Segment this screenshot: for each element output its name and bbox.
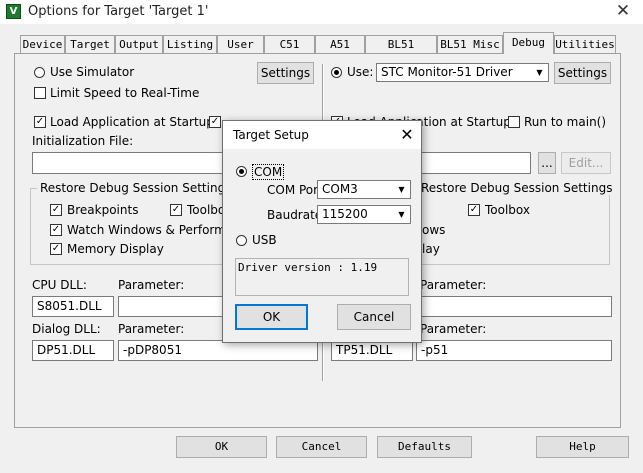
tab-bl51-locate[interactable]: BL51 Locate <box>365 35 437 68</box>
baudrate-value: 115200 <box>322 207 368 221</box>
tab-utilities[interactable]: Utilities <box>554 35 616 53</box>
com-port-label: COM Port <box>267 183 323 197</box>
tab-bl51-misc[interactable]: BL51 Misc <box>437 35 503 53</box>
tab-user[interactable]: User <box>217 35 264 53</box>
baudrate-chevron-down-icon: ▼ <box>394 207 409 222</box>
cpu-dll-input[interactable]: S8051.DLL <box>32 296 114 317</box>
right-run-to-main-label: Run to main() <box>524 115 607 129</box>
tab-output[interactable]: Output <box>115 35 163 53</box>
tab-debug[interactable]: Debug <box>503 32 554 54</box>
com-label: COM <box>252 164 285 180</box>
right-restore-group-title: Restore Debug Session Settings <box>418 181 616 195</box>
target-setup-dialog: Target Setup ✕ COM COM Port COM3 ▼ Baudr… <box>222 120 422 343</box>
help-button[interactable]: Help <box>536 436 629 458</box>
tab-a51[interactable]: A51 <box>315 35 365 53</box>
dialog-param-label: Parameter: <box>118 322 185 336</box>
use-label: Use: <box>347 65 374 79</box>
left-memory-label: Memory Display <box>67 242 164 256</box>
left-breakpoints-checkbox[interactable]: ✓ <box>50 204 62 216</box>
title-bar: V Options for Target 'Target 1' ✕ <box>0 0 643 24</box>
com-port-value: COM3 <box>322 182 358 196</box>
left-memory-checkbox[interactable]: ✓ <box>50 243 62 255</box>
left-toolbox-checkbox[interactable]: ✓ <box>170 204 182 216</box>
right-dialog-dll-input[interactable]: TP51.DLL <box>331 340 413 361</box>
use-driver-radio[interactable] <box>331 67 342 78</box>
right-dialog-param-input[interactable]: -p51 <box>416 340 612 361</box>
edit-button[interactable]: Edit... <box>561 152 611 174</box>
cpu-dll-label: CPU DLL: <box>32 278 87 292</box>
driver-version-text: Driver version : 1.19 <box>238 261 378 274</box>
defaults-button[interactable]: Defaults <box>377 436 472 458</box>
close-icon[interactable]: ✕ <box>611 0 635 24</box>
browse-button[interactable]: ... <box>538 152 556 174</box>
driver-select-value: STC Monitor-51 Driver <box>381 65 513 79</box>
app-icon: V <box>6 4 21 19</box>
left-load-app-checkbox[interactable]: ✓ <box>34 116 46 128</box>
left-breakpoints-label: Breakpoints <box>67 203 139 217</box>
left-restore-group-title: Restore Debug Session Settings <box>37 181 235 195</box>
right-cpu-param-label: Parameter: <box>420 278 487 292</box>
left-init-file-label: Initialization File: <box>32 134 134 148</box>
dialog-title-bar: Target Setup ✕ <box>223 121 421 149</box>
left-load-app-label: Load Application at Startup <box>50 115 214 129</box>
simulator-settings-button[interactable]: Settings <box>257 62 314 84</box>
chevron-down-icon: ▼ <box>532 65 547 80</box>
right-dialog-param-label: Parameter: <box>420 322 487 336</box>
left-watch-checkbox[interactable]: ✓ <box>50 224 62 236</box>
tab-c51[interactable]: C51 <box>264 35 315 53</box>
limit-speed-checkbox[interactable] <box>34 87 46 99</box>
driver-settings-button[interactable]: Settings <box>554 62 611 84</box>
cancel-button[interactable]: Cancel <box>276 436 367 458</box>
use-simulator-radio[interactable] <box>34 67 45 78</box>
dialog-dll-label: Dialog DLL: <box>32 322 101 336</box>
right-watch-label: ows <box>422 223 446 237</box>
right-init-file-input[interactable] <box>420 152 531 174</box>
usb-label: USB <box>252 233 277 247</box>
com-port-chevron-down-icon: ▼ <box>394 182 409 197</box>
limit-speed-label: Limit Speed to Real-Time <box>50 86 200 100</box>
right-run-to-main-checkbox[interactable] <box>508 116 520 128</box>
right-toolbox-checkbox[interactable]: ✓ <box>468 204 480 216</box>
tab-listing[interactable]: Listing <box>163 35 217 53</box>
cpu-param-label: Parameter: <box>118 278 185 292</box>
window-title: Options for Target 'Target 1' <box>28 4 209 19</box>
right-toolbox-label: Toolbox <box>485 203 530 217</box>
dialog-cancel-button[interactable]: Cancel <box>337 304 411 330</box>
right-cpu-param-input[interactable] <box>416 296 612 317</box>
left-run-to-main-checkbox[interactable]: ✓ <box>209 116 221 128</box>
dialog-param-input[interactable]: -pDP8051 <box>118 340 318 361</box>
driver-version-box: Driver version : 1.19 <box>235 258 409 296</box>
right-memory-label: lay <box>422 242 440 256</box>
ok-button[interactable]: OK <box>176 436 267 458</box>
dialog-close-icon[interactable]: ✕ <box>395 123 419 147</box>
dialog-title: Target Setup <box>233 128 309 142</box>
left-init-file-input[interactable] <box>32 152 232 174</box>
com-port-select[interactable]: COM3 ▼ <box>317 180 411 199</box>
baudrate-select[interactable]: 115200 ▼ <box>317 205 411 224</box>
driver-select[interactable]: STC Monitor-51 Driver ▼ <box>376 63 549 82</box>
com-radio[interactable] <box>236 166 247 177</box>
dialog-dll-input[interactable]: DP51.DLL <box>32 340 114 361</box>
baudrate-label: Baudrate <box>267 208 323 222</box>
dialog-ok-button[interactable]: OK <box>235 304 308 330</box>
tab-target[interactable]: Target <box>65 35 115 53</box>
usb-radio[interactable] <box>236 235 247 246</box>
tab-device[interactable]: Device <box>20 35 65 53</box>
use-simulator-label: Use Simulator <box>50 65 135 79</box>
